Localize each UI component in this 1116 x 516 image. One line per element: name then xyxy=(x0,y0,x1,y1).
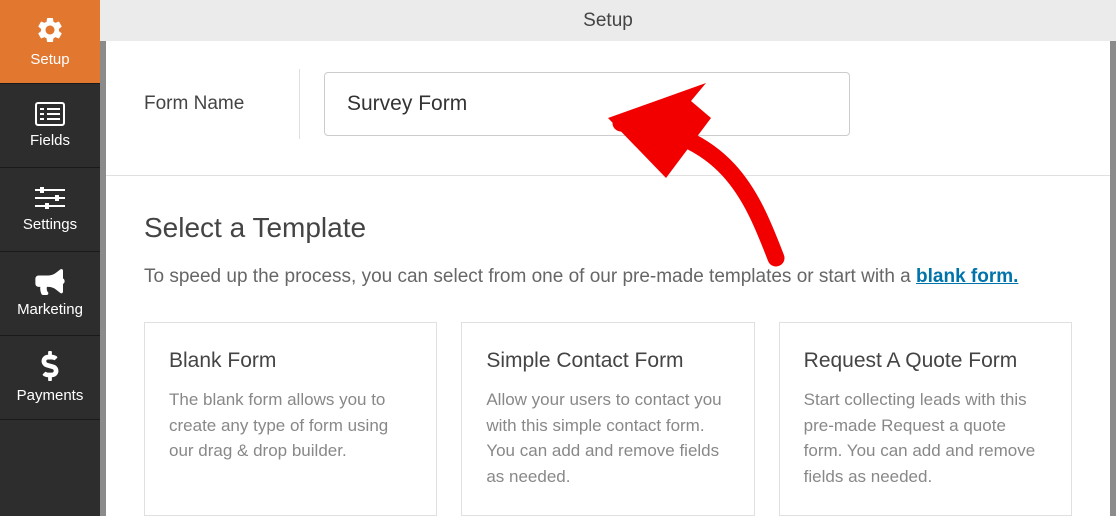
template-heading: Select a Template xyxy=(144,212,1072,244)
sidebar-item-label: Settings xyxy=(23,216,77,233)
template-card-desc: Allow your users to contact you with thi… xyxy=(486,387,729,489)
template-card-blank[interactable]: Blank Form The blank form allows you to … xyxy=(144,322,437,516)
form-name-row: Form Name xyxy=(106,41,1110,176)
sidebar-item-fields[interactable]: Fields xyxy=(0,84,100,168)
sidebar-item-label: Payments xyxy=(17,387,84,404)
list-icon xyxy=(35,102,65,126)
sidebar-item-settings[interactable]: Settings xyxy=(0,168,100,252)
template-section: Select a Template To speed up the proces… xyxy=(106,176,1110,516)
sidebar-item-setup[interactable]: Setup xyxy=(0,0,100,84)
sliders-icon xyxy=(35,186,65,210)
content-wrap: Form Name Select a Template To speed up … xyxy=(100,41,1116,516)
template-card-request-quote[interactable]: Request A Quote Form Start collecting le… xyxy=(779,322,1072,516)
template-card-title: Blank Form xyxy=(169,349,412,373)
template-card-title: Simple Contact Form xyxy=(486,349,729,373)
form-name-label: Form Name xyxy=(144,69,300,139)
gear-icon xyxy=(35,15,65,45)
template-intro: To speed up the process, you can select … xyxy=(144,266,1072,288)
blank-form-link[interactable]: blank form. xyxy=(916,266,1018,287)
sidebar-item-label: Setup xyxy=(30,51,69,68)
form-name-input-cell xyxy=(300,72,1072,136)
template-card-desc: Start collecting leads with this pre-mad… xyxy=(804,387,1047,489)
sidebar-item-marketing[interactable]: Marketing xyxy=(0,252,100,336)
template-card-title: Request A Quote Form xyxy=(804,349,1047,373)
sidebar-item-payments[interactable]: Payments xyxy=(0,336,100,420)
content: Form Name Select a Template To speed up … xyxy=(106,41,1110,516)
topbar: Setup xyxy=(100,0,1116,41)
bullhorn-icon xyxy=(35,269,65,295)
template-card-desc: The blank form allows you to create any … xyxy=(169,387,412,464)
sidebar-item-label: Marketing xyxy=(17,301,83,318)
form-name-input[interactable] xyxy=(324,72,850,136)
sidebar: Setup Fields Se xyxy=(0,0,100,516)
sidebar-item-label: Fields xyxy=(30,132,70,149)
dollar-icon xyxy=(41,351,59,381)
page-title: Setup xyxy=(583,10,633,32)
template-grid: Blank Form The blank form allows you to … xyxy=(144,322,1072,516)
template-card-simple-contact[interactable]: Simple Contact Form Allow your users to … xyxy=(461,322,754,516)
main: Setup Form Name Select a Template To spe… xyxy=(100,0,1116,516)
